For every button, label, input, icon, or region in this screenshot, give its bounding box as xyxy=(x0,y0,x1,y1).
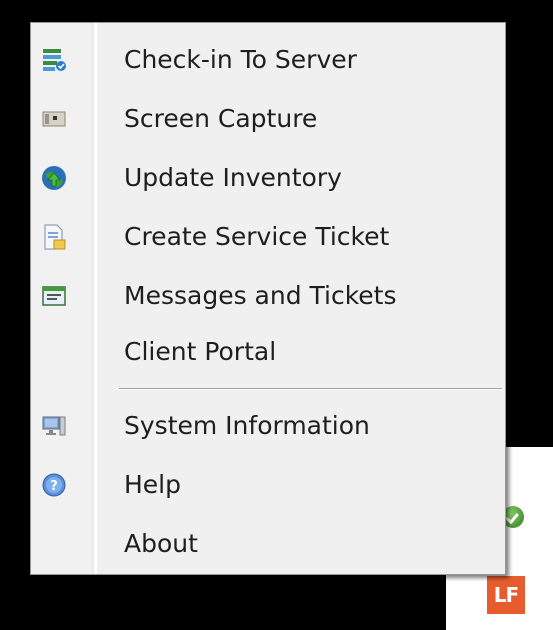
ticket-document-icon xyxy=(41,224,67,250)
menu-item-label: Messages and Tickets xyxy=(124,281,397,310)
menu-item-help[interactable]: ? Help xyxy=(31,456,505,514)
svg-text:?: ? xyxy=(50,479,58,494)
menu-item-label: System Information xyxy=(124,411,370,440)
menu-item-about[interactable]: About xyxy=(31,515,505,573)
menu-item-label: About xyxy=(124,529,198,558)
menu-item-system-information[interactable]: System Information xyxy=(31,397,505,455)
context-menu: Check-in To Server Screen Capture Update… xyxy=(30,22,506,575)
computer-icon xyxy=(41,413,67,439)
menu-item-create-service-ticket[interactable]: Create Service Ticket xyxy=(31,208,505,266)
camera-icon xyxy=(41,106,67,132)
menu-item-label: Help xyxy=(124,470,181,499)
messages-icon xyxy=(41,283,67,309)
server-check-icon xyxy=(41,47,67,73)
menu-item-label: Create Service Ticket xyxy=(124,222,390,251)
menu-item-label: Screen Capture xyxy=(124,104,318,133)
menu-item-label: Client Portal xyxy=(124,337,277,366)
tray-app-icon[interactable]: LF xyxy=(487,576,525,614)
help-icon: ? xyxy=(41,472,67,498)
menu-item-label: Check-in To Server xyxy=(124,45,357,74)
menu-item-update-inventory[interactable]: Update Inventory xyxy=(31,149,505,207)
menu-separator xyxy=(119,388,502,390)
globe-update-icon xyxy=(41,165,67,191)
menu-item-label: Update Inventory xyxy=(124,163,342,192)
menu-item-messages-and-tickets[interactable]: Messages and Tickets xyxy=(31,267,505,325)
menu-item-client-portal[interactable]: Client Portal xyxy=(31,323,505,381)
menu-item-check-in[interactable]: Check-in To Server xyxy=(31,31,505,89)
menu-item-screen-capture[interactable]: Screen Capture xyxy=(31,90,505,148)
